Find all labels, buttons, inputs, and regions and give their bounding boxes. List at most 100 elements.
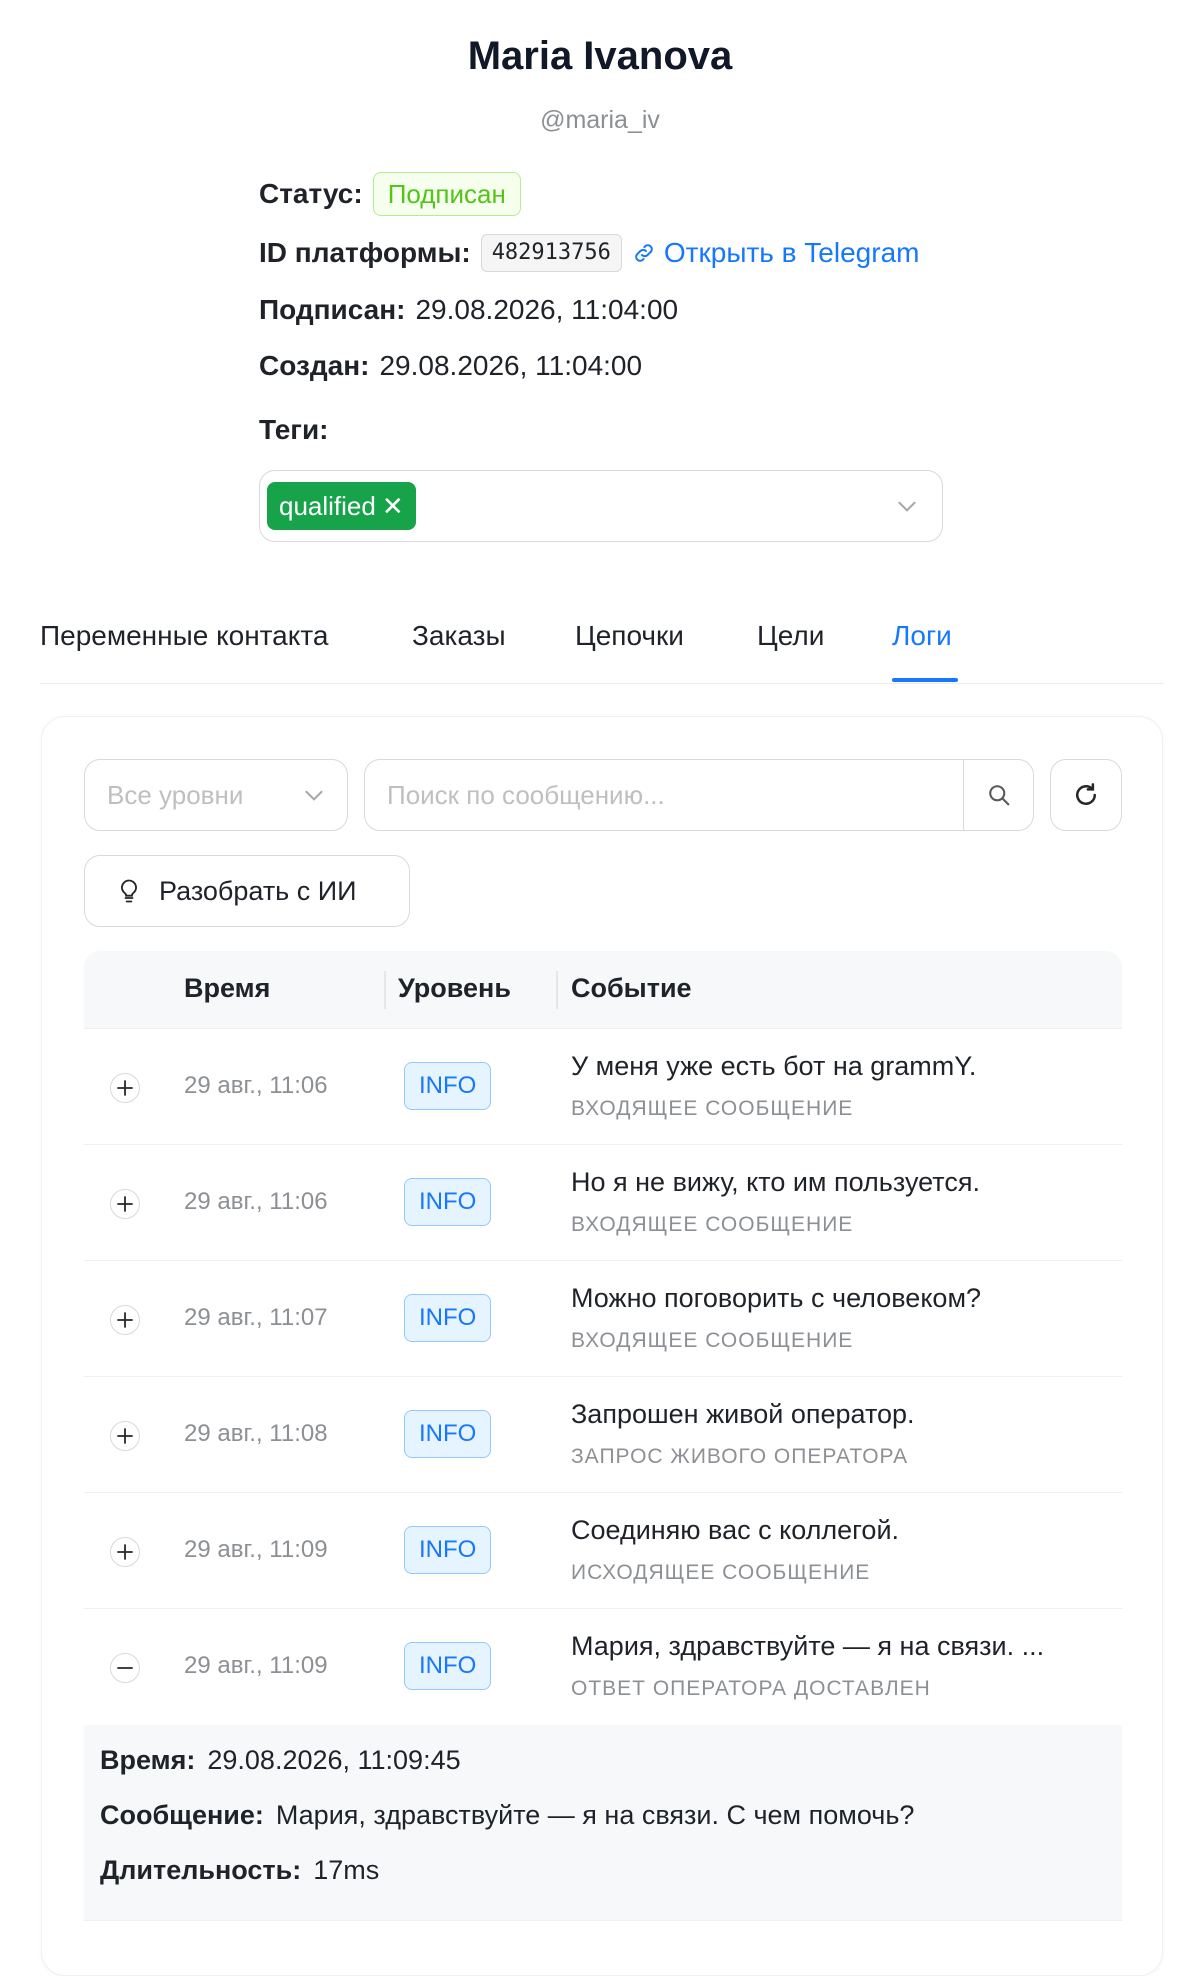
status-badge: Подписан xyxy=(372,172,521,216)
log-time: 29 авг., 11:09 xyxy=(184,1536,328,1563)
log-row-details: Время: 29.08.2026, 11:09:45 Сообщение: Мар… xyxy=(84,1725,1122,1921)
tab-chains[interactable]: Цепочки xyxy=(575,620,684,652)
collapse-row-button[interactable] xyxy=(110,1653,140,1683)
column-divider xyxy=(384,971,386,1009)
log-row: 29 авг., 11:06 INFO Но я не вижу, кто им… xyxy=(84,1145,1122,1261)
expand-row-button[interactable] xyxy=(110,1421,140,1451)
column-divider xyxy=(556,971,558,1009)
created-label: Создан: xyxy=(259,350,370,381)
platform-id-row: ID платформы: 482913756 Открыть в Telegr… xyxy=(259,234,919,272)
status-row: Статус: Подписан xyxy=(259,172,521,216)
level-filter-placeholder: Все уровни xyxy=(107,779,244,810)
minus-icon xyxy=(117,1667,133,1669)
tags-label-row: Теги: xyxy=(259,414,338,446)
search-icon xyxy=(988,785,1009,806)
log-search-input[interactable] xyxy=(365,760,963,830)
refresh-icon xyxy=(1076,783,1096,805)
expand-row-button[interactable] xyxy=(110,1537,140,1567)
level-badge: INFO xyxy=(404,1178,492,1226)
detail-time-label: Время: xyxy=(100,1745,196,1775)
plus-icon xyxy=(117,1428,133,1444)
chevron-down-icon xyxy=(898,501,916,512)
table-header: Время Уровень Событие xyxy=(84,951,1122,1029)
contact-tabs: Переменные контакта Заказы Цепочки Цели … xyxy=(40,584,1164,684)
platform-id-label: ID платформы: xyxy=(259,237,471,268)
log-time: 29 авг., 11:09 xyxy=(184,1652,328,1679)
active-tab-indicator xyxy=(892,678,958,682)
expand-row-button[interactable] xyxy=(110,1305,140,1335)
event-message: Мария, здравствуйте — я на связи. ... xyxy=(571,1631,1045,1661)
column-time: Время xyxy=(184,973,271,1003)
expand-row-button[interactable] xyxy=(110,1073,140,1103)
platform-id-value: 482913756 xyxy=(480,234,622,272)
tags-select[interactable]: qualified ✕ xyxy=(259,470,943,542)
level-badge: INFO xyxy=(404,1526,492,1574)
detail-message-value: Мария, здравствуйте — я на связи. С чем … xyxy=(275,1800,915,1830)
search-button[interactable] xyxy=(963,760,1033,830)
log-time: 29 авг., 11:06 xyxy=(184,1072,328,1099)
logs-table: Время Уровень Событие 29 авг., 11:06 INF… xyxy=(84,951,1122,1921)
chevron-down-icon xyxy=(305,790,323,801)
event-type: ВХОДЯЩЕЕ СООБЩЕНИЕ xyxy=(571,1097,854,1120)
level-filter-select[interactable]: Все уровни xyxy=(84,759,348,831)
log-search xyxy=(364,759,1034,831)
detail-duration-value: 17ms xyxy=(313,1855,380,1885)
level-badge: INFO xyxy=(404,1410,492,1458)
tab-logs[interactable]: Логи xyxy=(892,620,952,652)
log-row: 29 авг., 11:08 INFO Запрошен живой опера… xyxy=(84,1377,1122,1493)
remove-tag-icon[interactable]: ✕ xyxy=(382,491,404,522)
log-row: 29 авг., 11:09 INFO Соединяю вас с колле… xyxy=(84,1493,1122,1609)
tag-label: qualified xyxy=(279,490,376,521)
log-row: 29 авг., 11:06 INFO У меня уже есть бот … xyxy=(84,1029,1122,1145)
event-message: Но я не вижу, кто им пользуется. xyxy=(571,1167,980,1197)
log-time: 29 авг., 11:06 xyxy=(184,1188,328,1215)
status-label: Статус: xyxy=(259,178,363,209)
tags-label: Теги: xyxy=(259,414,329,445)
tab-contact-variables[interactable]: Переменные контакта xyxy=(40,620,328,652)
ai-analyze-label: Разобрать с ИИ xyxy=(159,875,357,906)
lightbulb-icon xyxy=(121,879,137,903)
detail-duration: Длительность: 17ms xyxy=(100,1855,1106,1886)
subscribed-label: Подписан: xyxy=(259,294,406,325)
column-event: Событие xyxy=(571,973,692,1003)
created-row: Создан: 29.08.2026, 11:04:00 xyxy=(259,350,642,382)
detail-message-label: Сообщение: xyxy=(100,1800,264,1830)
event-type: ОТВЕТ ОПЕРАТОРА ДОСТАВЛЕН xyxy=(571,1677,931,1700)
event-type: ЗАПРОС ЖИВОГО ОПЕРАТОРА xyxy=(571,1445,909,1468)
expand-row-button[interactable] xyxy=(110,1189,140,1219)
tab-goals[interactable]: Цели xyxy=(757,620,824,652)
refresh-button[interactable] xyxy=(1050,759,1122,831)
link-icon xyxy=(635,244,653,262)
ai-analyze-button[interactable]: Разобрать с ИИ xyxy=(84,855,410,927)
subscribed-row: Подписан: 29.08.2026, 11:04:00 xyxy=(259,294,678,326)
plus-icon xyxy=(117,1080,133,1096)
detail-duration-label: Длительность: xyxy=(100,1855,302,1885)
event-type: ИСХОДЯЩЕЕ СООБЩЕНИЕ xyxy=(571,1561,871,1584)
log-row: 29 авг., 11:07 INFO Можно поговорить с ч… xyxy=(84,1261,1122,1377)
level-badge: INFO xyxy=(404,1062,492,1110)
detail-time: Время: 29.08.2026, 11:09:45 xyxy=(100,1745,1106,1776)
contact-profile: Maria Ivanova @maria_iv Статус: Подписан… xyxy=(0,0,1200,684)
contact-name: Maria Ivanova xyxy=(467,34,733,78)
detail-message: Сообщение: Мария, здравствуйте — я на свя… xyxy=(100,1800,1106,1831)
event-message: Можно поговорить с человеком? xyxy=(571,1283,982,1313)
event-type: ВХОДЯЩЕЕ СООБЩЕНИЕ xyxy=(571,1329,854,1352)
open-telegram-label: Открыть в Telegram xyxy=(663,237,920,268)
event-type: ВХОДЯЩЕЕ СООБЩЕНИЕ xyxy=(571,1213,854,1236)
tag-chip: qualified ✕ xyxy=(267,482,416,530)
event-message: У меня уже есть бот на grammY. xyxy=(571,1051,977,1081)
log-time: 29 авг., 11:08 xyxy=(184,1420,328,1447)
detail-time-value: 29.08.2026, 11:09:45 xyxy=(207,1745,461,1775)
event-message: Соединяю вас с коллегой. xyxy=(571,1515,900,1545)
subscribed-value: 29.08.2026, 11:04:00 xyxy=(415,294,679,325)
tab-orders[interactable]: Заказы xyxy=(412,620,506,652)
created-value: 29.08.2026, 11:04:00 xyxy=(379,350,643,381)
level-badge: INFO xyxy=(404,1642,492,1690)
column-level: Уровень xyxy=(398,973,511,1003)
logs-panel: Все уровни Разобрать с ИИ Время Уровень … xyxy=(41,716,1163,1976)
level-badge: INFO xyxy=(404,1294,492,1342)
open-telegram-link[interactable]: Открыть в Telegram xyxy=(632,237,920,269)
plus-icon xyxy=(117,1544,133,1560)
contact-username: @maria_iv xyxy=(540,106,660,134)
plus-icon xyxy=(117,1196,133,1212)
